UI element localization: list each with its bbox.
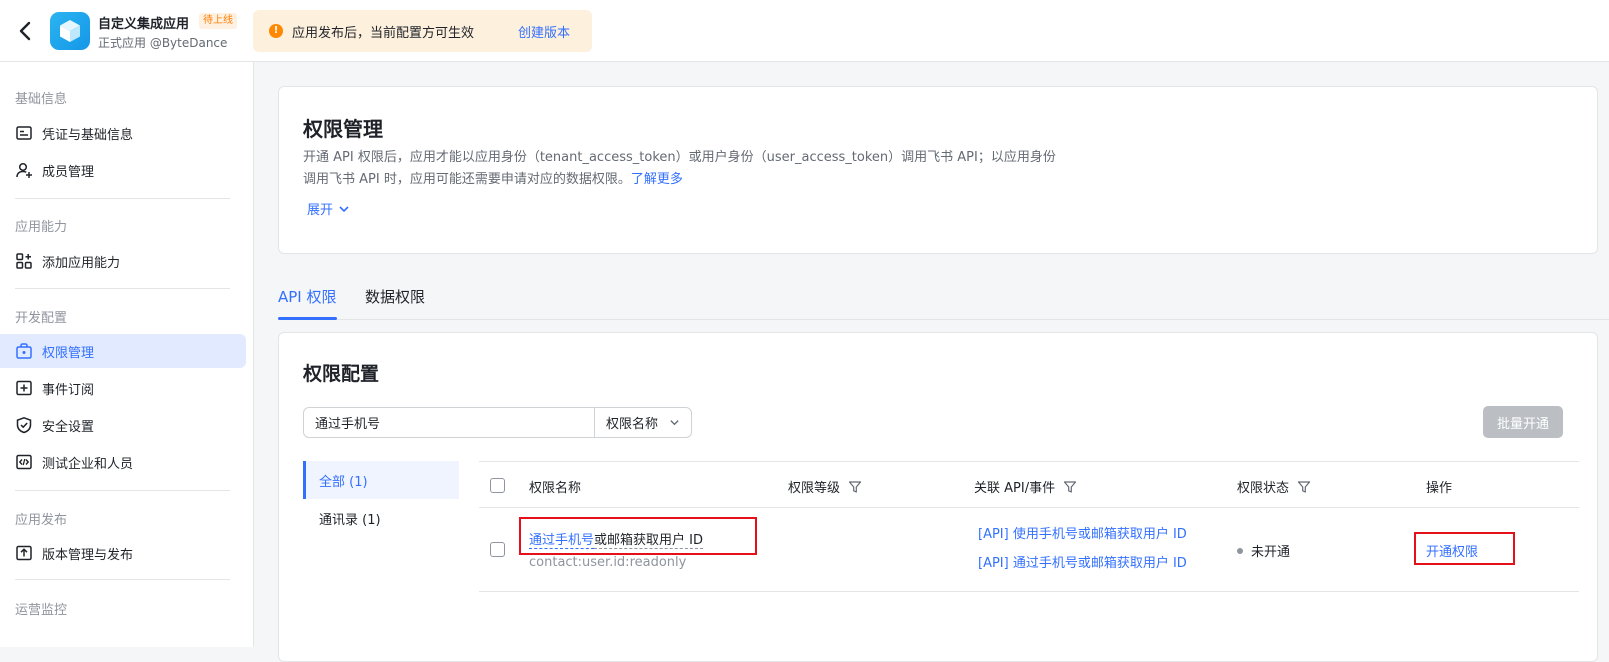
sidebar-item-label: 添加应用能力 bbox=[42, 255, 121, 271]
subscribe-icon bbox=[16, 380, 32, 396]
permission-table: 权限名称 权限等级 关联 API/事件 权限状态 操作 通过手机号或邮箱获取用户… bbox=[479, 461, 1579, 592]
sidebar-group-monitor: 运营监控 bbox=[15, 603, 68, 618]
section-title: 权限配置 bbox=[303, 363, 380, 385]
top-bar: 自定义集成应用 待上线 正式应用 @ByteDance ! 应用发布后，当前配置… bbox=[0, 0, 1609, 62]
status-dot-icon bbox=[1237, 547, 1243, 554]
main-content: 权限管理 开通 API 权限后，应用才能以应用身份（tenant_access_… bbox=[254, 62, 1609, 662]
description-line: 开通 API 权限后，应用才能以应用身份（tenant_access_token… bbox=[303, 150, 1056, 165]
app-name: 自定义集成应用 bbox=[98, 17, 190, 32]
sidebar-item-label: 测试企业和人员 bbox=[42, 456, 134, 472]
sidebar-item-permissions[interactable]: 权限管理 bbox=[0, 334, 246, 368]
permission-name-link[interactable]: 通过手机号 bbox=[529, 533, 595, 549]
sidebar-group-capability: 应用能力 bbox=[15, 220, 68, 235]
row-checkbox[interactable] bbox=[490, 542, 505, 557]
lock-box-icon bbox=[16, 343, 32, 359]
status-label: 未开通 bbox=[1251, 545, 1291, 560]
active-tab-indicator bbox=[278, 317, 337, 320]
sidebar-item-label: 凭证与基础信息 bbox=[42, 127, 134, 143]
sidebar-group-release: 应用发布 bbox=[15, 513, 68, 528]
select-all-checkbox[interactable] bbox=[490, 478, 505, 493]
learn-more-link[interactable]: 了解更多 bbox=[631, 172, 683, 187]
code-icon bbox=[16, 454, 32, 470]
upload-icon bbox=[16, 545, 32, 561]
sidebar-divider bbox=[15, 579, 230, 580]
sidebar-item-label: 成员管理 bbox=[42, 164, 95, 180]
column-header-name: 权限名称 bbox=[529, 477, 581, 496]
warning-icon: ! bbox=[269, 24, 283, 38]
add-user-icon bbox=[16, 162, 32, 178]
grid-plus-icon bbox=[16, 253, 32, 269]
column-header-action: 操作 bbox=[1426, 477, 1452, 496]
search-field-select[interactable]: 权限名称 bbox=[594, 407, 692, 438]
column-label: 权限名称 bbox=[529, 481, 582, 496]
related-api-link[interactable]: [API] 使用手机号或邮箱获取用户 ID bbox=[978, 523, 1187, 542]
permission-config-card: 权限配置 权限名称 批量开通 全部 (1) 通讯录 (1) 权限名称 权限等级 … bbox=[278, 332, 1598, 662]
permission-name: 通过手机号或邮箱获取用户 ID bbox=[529, 529, 703, 549]
sidebar-item-label: 安全设置 bbox=[42, 419, 95, 435]
column-label: 操作 bbox=[1426, 481, 1453, 496]
filter-icon[interactable] bbox=[1063, 480, 1077, 494]
sidebar-group-dev: 开发配置 bbox=[15, 311, 68, 326]
permission-status: 未开通 bbox=[1237, 541, 1290, 560]
chevron-down-icon bbox=[339, 205, 349, 212]
sidebar-group-basic: 基础信息 bbox=[15, 92, 68, 107]
permission-name-rest: 或邮箱获取用户 ID bbox=[594, 533, 703, 549]
column-header-level: 权限等级 bbox=[788, 477, 862, 496]
expand-button[interactable]: 展开 bbox=[307, 199, 350, 218]
shield-icon bbox=[16, 417, 32, 434]
category-list: 全部 (1) 通讯录 (1) bbox=[303, 461, 459, 537]
category-all[interactable]: 全部 (1) bbox=[303, 461, 459, 499]
sidebar-item-versions[interactable]: 版本管理与发布 bbox=[0, 536, 246, 570]
sidebar-item-security[interactable]: 安全设置 bbox=[0, 408, 246, 442]
id-card-icon bbox=[16, 126, 32, 140]
column-label: 权限等级 bbox=[788, 481, 841, 496]
page-title: 权限管理 bbox=[303, 117, 383, 141]
search-input[interactable] bbox=[303, 407, 595, 438]
select-value: 权限名称 bbox=[606, 417, 659, 432]
category-contacts[interactable]: 通讯录 (1) bbox=[303, 499, 459, 537]
sidebar-item-add-capability[interactable]: 添加应用能力 bbox=[0, 244, 246, 278]
permission-intro-card: 权限管理 开通 API 权限后，应用才能以应用身份（tenant_access_… bbox=[278, 86, 1598, 254]
page-description: 开通 API 权限后，应用才能以应用身份（tenant_access_token… bbox=[303, 147, 1093, 191]
filter-icon[interactable] bbox=[1297, 480, 1311, 494]
table-row: 通过手机号或邮箱获取用户 ID contact:user.id:readonly… bbox=[479, 508, 1579, 592]
sidebar-divider bbox=[15, 198, 230, 199]
sidebar: 基础信息 凭证与基础信息 成员管理 应用能力 添加应用能力 开发配置 权限管理 … bbox=[0, 62, 254, 647]
column-label: 权限状态 bbox=[1237, 481, 1290, 496]
status-badge: 待上线 bbox=[199, 13, 237, 29]
notice-text: 应用发布后，当前配置方可生效 bbox=[292, 26, 475, 41]
back-arrow-icon[interactable] bbox=[14, 18, 36, 44]
sidebar-item-events[interactable]: 事件订阅 bbox=[0, 371, 246, 405]
sidebar-item-test-tenant[interactable]: 测试企业和人员 bbox=[0, 445, 246, 479]
column-header-status: 权限状态 bbox=[1237, 477, 1311, 496]
column-label: 关联 API/事件 bbox=[974, 481, 1056, 496]
publish-notice: ! 应用发布后，当前配置方可生效 创建版本 bbox=[253, 10, 592, 52]
app-subtitle: 正式应用 @ByteDance bbox=[98, 36, 228, 50]
tab-data-permissions[interactable]: 数据权限 bbox=[365, 286, 425, 307]
chevron-down-icon bbox=[670, 420, 679, 426]
tab-api-permissions[interactable]: API 权限 bbox=[278, 286, 337, 307]
permission-scope-code: contact:user.id:readonly bbox=[529, 555, 687, 570]
sidebar-divider bbox=[15, 490, 230, 491]
table-header: 权限名称 权限等级 关联 API/事件 权限状态 操作 bbox=[479, 461, 1579, 508]
sidebar-item-label: 权限管理 bbox=[42, 345, 95, 361]
sidebar-item-label: 版本管理与发布 bbox=[42, 547, 134, 563]
create-version-link[interactable]: 创建版本 bbox=[518, 22, 570, 41]
batch-enable-button[interactable]: 批量开通 bbox=[1483, 406, 1563, 438]
permission-tabs: API 权限 数据权限 bbox=[278, 276, 1609, 320]
enable-permission-button[interactable]: 开通权限 bbox=[1426, 541, 1478, 560]
description-line: 调用飞书 API 时，应用可能还需要申请对应的数据权限。 bbox=[303, 172, 631, 187]
expand-label: 展开 bbox=[307, 203, 334, 218]
sidebar-divider bbox=[15, 288, 230, 289]
sidebar-item-credentials[interactable]: 凭证与基础信息 bbox=[0, 116, 246, 150]
filter-icon[interactable] bbox=[848, 480, 862, 494]
column-header-api: 关联 API/事件 bbox=[974, 477, 1077, 496]
related-api-link[interactable]: [API] 通过手机号或邮箱获取用户 ID bbox=[978, 552, 1187, 571]
app-logo bbox=[50, 12, 90, 50]
sidebar-item-members[interactable]: 成员管理 bbox=[0, 153, 246, 187]
sidebar-item-label: 事件订阅 bbox=[42, 382, 95, 398]
